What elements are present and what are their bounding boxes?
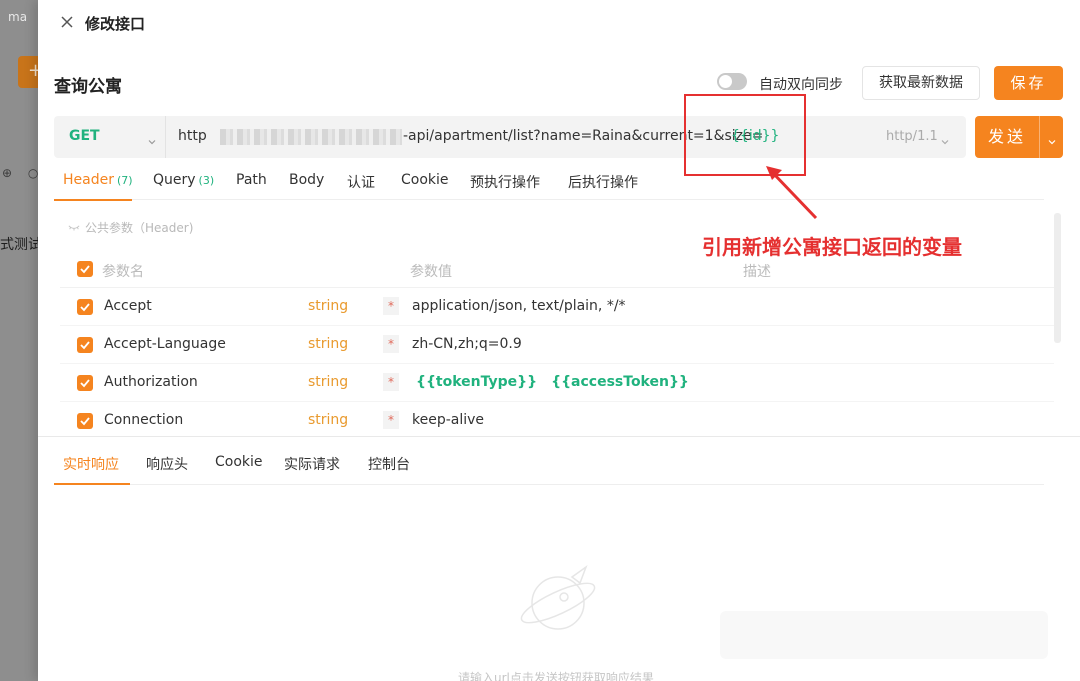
send-label: 发送: [987, 127, 1026, 146]
url-host-redacted: [220, 129, 402, 145]
param-name[interactable]: Accept: [104, 298, 152, 314]
background-app: ma + ⊕ ○ 式测试: [0, 0, 40, 681]
required-marker[interactable]: *: [383, 373, 399, 391]
header-params-table: 参数名 参数值 描述 Accept string * application/j…: [60, 250, 1054, 440]
param-name[interactable]: Accept-Language: [104, 336, 226, 352]
empty-state-rocket-icon: [516, 559, 606, 639]
tab-response-headers[interactable]: 响应头: [146, 454, 188, 474]
required-marker[interactable]: *: [383, 411, 399, 429]
column-name: 参数名: [102, 264, 144, 280]
tab-count: (3): [198, 174, 215, 187]
row-checkbox[interactable]: [77, 337, 93, 353]
toast-placeholder: [720, 611, 1048, 659]
active-tab-indicator: [54, 199, 132, 201]
close-icon[interactable]: [58, 13, 76, 31]
chevron-down-icon: [1047, 132, 1057, 145]
method-value: GET: [69, 128, 100, 144]
eye-off-icon: [68, 221, 82, 235]
api-name[interactable]: 查询公寓: [54, 72, 122, 97]
protocol-select[interactable]: http/1.1: [886, 129, 938, 144]
table-row: Authorization string * {{tokenType}} {{ac…: [60, 364, 1054, 402]
param-value[interactable]: keep-alive: [412, 412, 484, 428]
background-icons: ⊕ ○: [2, 166, 40, 180]
tab-actual-request[interactable]: 实际请求: [284, 454, 340, 474]
sync-toggle[interactable]: [717, 73, 747, 90]
tab-body[interactable]: Body: [289, 172, 324, 188]
chevron-down-icon: [147, 132, 157, 145]
tab-realtime-response[interactable]: 实时响应: [63, 454, 119, 474]
table-row: Accept-Language string * zh-CN,zh;q=0.9: [60, 326, 1054, 364]
background-side-text: 式测试: [0, 237, 40, 253]
active-tab-indicator: [54, 483, 130, 485]
param-type[interactable]: string: [308, 298, 348, 314]
param-value[interactable]: application/json, text/plain, */*: [412, 298, 626, 314]
tab-header[interactable]: Header (7): [63, 172, 133, 188]
param-type[interactable]: string: [308, 336, 348, 352]
params-scrollbar[interactable]: [1054, 213, 1061, 343]
param-value[interactable]: {{tokenType}} {{accessToken}}: [412, 374, 699, 390]
tab-console[interactable]: 控制台: [368, 454, 410, 474]
tab-label: Header: [63, 172, 114, 188]
drawer-title: 修改接口: [85, 15, 146, 33]
column-value: 参数值: [410, 264, 452, 280]
common-params-label[interactable]: 公共参数（Header): [68, 219, 193, 236]
row-checkbox[interactable]: [77, 375, 93, 391]
tab-post-script[interactable]: 后执行操作: [568, 172, 638, 192]
tab-path[interactable]: Path: [236, 172, 267, 188]
tab-response-cookie[interactable]: Cookie: [215, 454, 263, 470]
column-desc: 描述: [743, 264, 771, 280]
annotation-arrow-icon: [760, 158, 830, 228]
send-button[interactable]: 发送: [975, 116, 1063, 158]
tab-auth[interactable]: 认证: [347, 172, 375, 192]
empty-state-hint: 请输入url点击发送按钮获取响应结果: [458, 671, 654, 681]
url-prefix[interactable]: http: [178, 128, 207, 144]
sync-label: 自动双向同步: [759, 77, 843, 93]
row-checkbox[interactable]: [77, 299, 93, 315]
param-name[interactable]: Authorization: [104, 374, 198, 390]
access-token-variable: {{accessToken}}: [551, 374, 689, 390]
drawer-header: 修改接口: [38, 0, 1080, 46]
request-tabs: Header (7) Query (3) Path Body 认证 Cookie 预…: [54, 166, 1044, 200]
method-select[interactable]: GET: [54, 116, 166, 158]
background-add-button: +: [18, 56, 40, 88]
tab-label: Query: [153, 172, 196, 188]
param-name[interactable]: Connection: [104, 412, 183, 428]
annotation-text: 引用新增公寓接口返回的变量: [702, 235, 962, 259]
send-dropdown[interactable]: [1039, 116, 1063, 158]
param-value[interactable]: zh-CN,zh;q=0.9: [412, 336, 522, 352]
row-checkbox[interactable]: [77, 413, 93, 429]
toggle-knob: [719, 75, 732, 88]
token-type-variable: {{tokenType}}: [416, 374, 538, 390]
background-tab: ma: [8, 10, 28, 24]
tab-pre-script[interactable]: 预执行操作: [470, 172, 540, 192]
url-bar: GET http -api/apartment/list?name=Raina&…: [54, 116, 966, 158]
required-marker[interactable]: *: [383, 297, 399, 315]
response-panel: 实时响应 响应头 Cookie 实际请求 控制台 请输入url点击发送按钮获取响…: [38, 436, 1080, 681]
param-type[interactable]: string: [308, 374, 348, 390]
tab-query[interactable]: Query (3): [153, 172, 214, 188]
chevron-down-icon[interactable]: [940, 132, 950, 145]
tab-cookie[interactable]: Cookie: [401, 172, 449, 188]
required-marker[interactable]: *: [383, 335, 399, 353]
tab-count: (7): [116, 174, 133, 187]
edit-api-drawer: 修改接口 查询公寓 自动双向同步 获取最新数据 保存 GET http -api…: [38, 0, 1080, 681]
table-row: Connection string * keep-alive: [60, 402, 1054, 440]
section-label-text: 公共参数（Header): [85, 221, 194, 235]
fetch-latest-button[interactable]: 获取最新数据: [862, 66, 980, 100]
select-all-checkbox[interactable]: [77, 261, 93, 277]
table-row: Accept string * application/json, text/p…: [60, 288, 1054, 326]
param-type[interactable]: string: [308, 412, 348, 428]
response-tabs: 实时响应 响应头 Cookie 实际请求 控制台: [54, 437, 1044, 485]
save-button[interactable]: 保存: [994, 66, 1063, 100]
